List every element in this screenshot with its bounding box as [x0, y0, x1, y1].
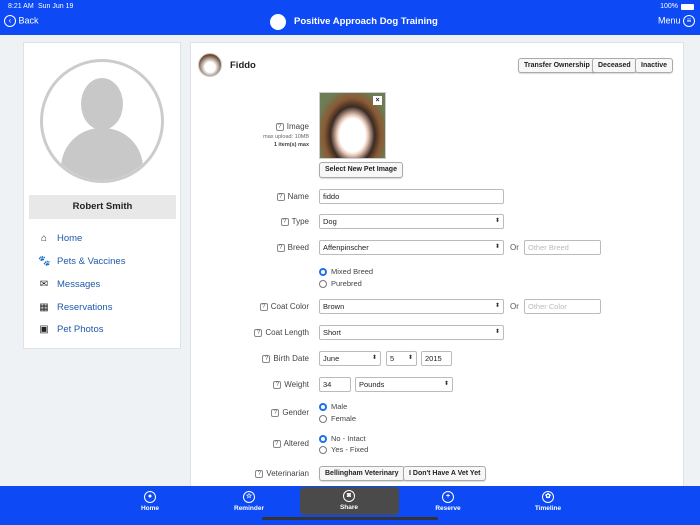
- remove-image-icon[interactable]: ×: [373, 96, 382, 105]
- tab-reserve[interactable]: + Reserve: [418, 491, 478, 512]
- help-icon[interactable]: ?: [275, 123, 284, 131]
- help-icon[interactable]: ?: [255, 470, 264, 478]
- avatar: [40, 59, 164, 183]
- home-icon: ⌂: [40, 233, 48, 244]
- gender-label: ? Gender: [271, 408, 309, 417]
- status-date: Sun Jun 19: [38, 3, 74, 10]
- help-icon[interactable]: ?: [254, 329, 263, 337]
- status-time: 8:21 AM: [8, 3, 34, 10]
- help-icon[interactable]: ?: [273, 381, 282, 389]
- vet-button[interactable]: Bellingham Veterinary: [319, 466, 405, 481]
- top-bar: 8:21 AM Sun Jun 19 100% ‹ Back Positive …: [0, 0, 700, 35]
- type-label: ? Type: [280, 217, 309, 226]
- radio-male[interactable]: Male: [319, 402, 347, 411]
- logo: [270, 14, 286, 30]
- pet-name-heading: Fiddo: [230, 60, 256, 71]
- image-max-items: 1 item(s) max: [273, 142, 309, 148]
- profile-name: Robert Smith: [29, 195, 176, 219]
- calendar-icon: ▦: [39, 302, 49, 313]
- photos-icon: ▣: [39, 324, 49, 335]
- envelope-icon: ✉: [39, 279, 49, 290]
- breed-label: ? Breed: [276, 243, 309, 252]
- coat-color-or: Or: [510, 302, 519, 311]
- birth-date-label: ? Birth Date: [262, 354, 309, 363]
- weight-label: ? Weight: [273, 380, 309, 389]
- sidebar-item-pets[interactable]: 🐾 Pets & Vaccines: [38, 256, 125, 267]
- back-label: Back: [18, 15, 39, 26]
- help-icon[interactable]: ?: [280, 218, 289, 226]
- other-color-input[interactable]: Other Color: [524, 299, 601, 314]
- sidebar-item-reservations[interactable]: ▦ Reservations: [38, 302, 112, 313]
- back-button[interactable]: ‹ Back: [4, 15, 39, 27]
- sidebar-label: Messages: [57, 279, 101, 290]
- home-indicator: [262, 517, 438, 520]
- inactive-button[interactable]: Inactive: [635, 58, 674, 73]
- help-icon[interactable]: ?: [272, 440, 281, 448]
- radio-mixed-breed[interactable]: Mixed Breed: [319, 267, 373, 276]
- help-icon[interactable]: ?: [276, 244, 285, 252]
- star-icon: ☆: [243, 491, 255, 503]
- radio-intact[interactable]: No - Intact: [319, 434, 366, 443]
- pet-avatar: [198, 53, 222, 77]
- sidebar-item-photos[interactable]: ▣ Pet Photos: [38, 324, 103, 335]
- radio-female[interactable]: Female: [319, 414, 356, 423]
- transfer-ownership-button[interactable]: Transfer Ownership: [518, 58, 596, 73]
- birth-year-input[interactable]: 2015: [421, 351, 452, 366]
- altered-label: ? Altered: [272, 439, 309, 448]
- select-image-button[interactable]: Select New Pet Image: [319, 162, 403, 178]
- vet-label: ? Veterinarian: [255, 469, 309, 478]
- chevron-left-icon: ‹: [4, 15, 16, 27]
- sidebar-item-home[interactable]: ⌂ Home: [38, 233, 82, 244]
- label-text: Image: [286, 122, 309, 131]
- tab-home[interactable]: ● Home: [120, 491, 180, 512]
- sidebar-label: Pet Photos: [57, 324, 104, 335]
- camera-icon: ◙: [343, 490, 355, 502]
- name-input[interactable]: fiddo: [319, 189, 504, 204]
- weight-input[interactable]: 34: [319, 377, 351, 392]
- image-label: ? Image: [275, 122, 309, 131]
- battery-icon: [681, 4, 694, 10]
- bottom-tab-bar: ● Home ☆ Reminder ◙ Share + Reserve ✿ Timelin…: [0, 486, 700, 525]
- deceased-button[interactable]: Deceased: [592, 58, 637, 73]
- radio-fixed[interactable]: Yes - Fixed: [319, 445, 368, 454]
- birth-day-select[interactable]: 5: [386, 351, 417, 366]
- sidebar-item-messages[interactable]: ✉ Messages: [38, 279, 101, 290]
- sidebar-label: Reservations: [57, 302, 113, 313]
- pet-image: ×: [319, 92, 386, 159]
- coat-length-select[interactable]: Short: [319, 325, 504, 340]
- type-select[interactable]: Dog: [319, 214, 504, 229]
- sidebar-label: Home: [57, 233, 83, 244]
- coat-color-label: ? Coat Color: [259, 302, 309, 311]
- app-title: Positive Approach Dog Training: [294, 16, 438, 27]
- coat-color-select[interactable]: Brown: [319, 299, 504, 314]
- menu-label: Menu: [657, 15, 681, 26]
- no-vet-button[interactable]: I Don't Have A Vet Yet: [403, 466, 487, 481]
- name-label: ? Name: [276, 192, 309, 201]
- breed-or: Or: [510, 243, 519, 252]
- tab-timeline[interactable]: ✿ Timeline: [518, 491, 578, 512]
- weight-unit-select[interactable]: Pounds: [355, 377, 453, 392]
- coat-length-label: ? Coat Length: [254, 328, 309, 337]
- birth-month-select[interactable]: June: [319, 351, 381, 366]
- help-icon[interactable]: ?: [259, 303, 268, 311]
- radio-purebred[interactable]: Purebred: [319, 279, 362, 288]
- battery-level: 100%: [660, 3, 678, 10]
- help-icon[interactable]: ?: [262, 355, 271, 363]
- sidebar-label: Pets & Vaccines: [57, 256, 126, 267]
- user-icon: ●: [144, 491, 156, 503]
- image-max-upload: max upload: 10MB: [263, 134, 309, 140]
- menu-button[interactable]: Menu ≡: [658, 15, 695, 27]
- help-icon[interactable]: ?: [271, 409, 280, 417]
- tab-share[interactable]: ◙ Share: [319, 490, 379, 511]
- paw-icon: ✿: [542, 491, 554, 503]
- tab-reminder[interactable]: ☆ Reminder: [219, 491, 279, 512]
- pet-form-card: [190, 42, 684, 492]
- paw-icon: 🐾: [38, 256, 51, 267]
- menu-icon: ≡: [683, 15, 695, 27]
- help-icon[interactable]: ?: [276, 193, 285, 201]
- other-breed-input[interactable]: Other Breed: [524, 240, 601, 255]
- plus-icon: +: [442, 491, 454, 503]
- breed-select[interactable]: Affenpinscher: [319, 240, 504, 255]
